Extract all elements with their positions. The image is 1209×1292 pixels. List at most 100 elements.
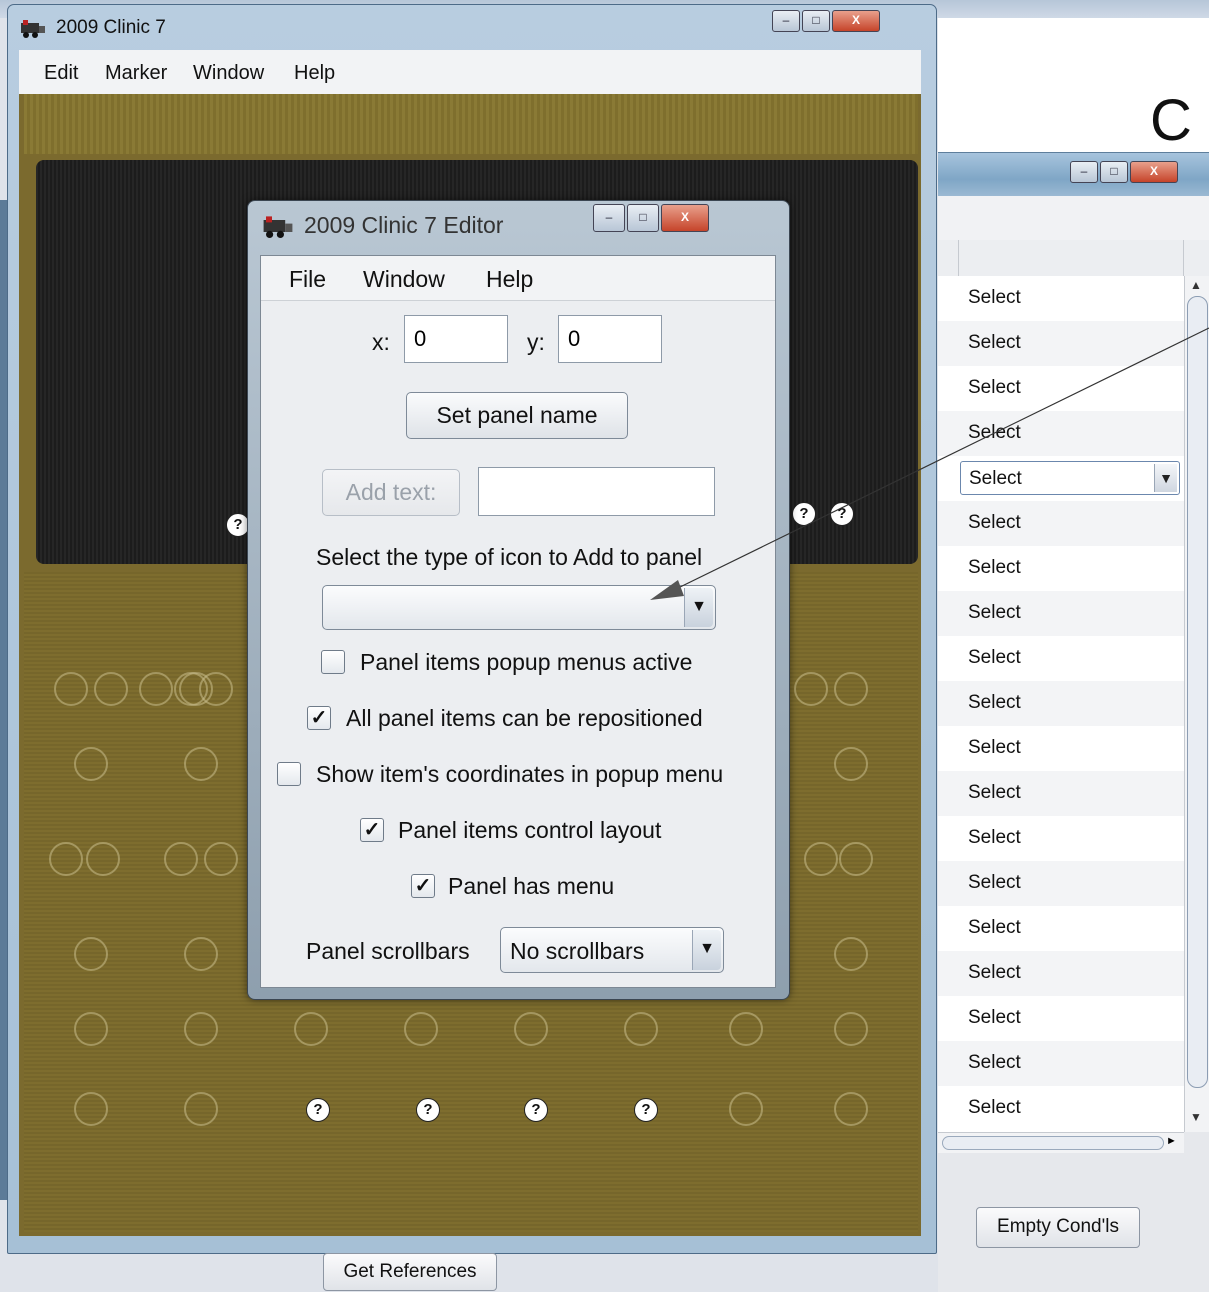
column-divider[interactable] [1183, 240, 1184, 276]
add-text-button[interactable]: Add text: [322, 469, 460, 516]
chevron-down-icon[interactable]: ▼ [1154, 464, 1177, 492]
close-icon[interactable]: X [832, 10, 880, 32]
menu-window[interactable]: Window [363, 266, 445, 293]
icon-type-select[interactable]: ▼ [322, 585, 716, 630]
track-bubble [49, 842, 83, 876]
select-cell[interactable]: Select [968, 692, 1021, 714]
checkbox-label: Panel has menu [448, 873, 615, 899]
question-mark-icon[interactable]: ? [792, 502, 816, 526]
checkbox[interactable]: ✓ [360, 818, 384, 842]
chevron-down-icon[interactable]: ▼ [684, 588, 713, 627]
question-mark-icon[interactable]: ? [524, 1098, 548, 1122]
minimize-icon[interactable]: – [772, 10, 800, 32]
table-row[interactable]: Select ▼ [938, 456, 1184, 501]
table-row[interactable]: Select [938, 681, 1184, 726]
y-field[interactable]: 0 [558, 315, 662, 363]
right-window-titlebar[interactable]: – □ X [938, 152, 1209, 197]
maximize-icon[interactable]: □ [802, 10, 830, 32]
select-cell[interactable]: Select [968, 827, 1021, 849]
table-row[interactable]: Select [938, 546, 1184, 591]
table-row[interactable]: Select [938, 276, 1184, 321]
track-bubble [729, 1092, 763, 1126]
maximize-icon[interactable]: □ [627, 204, 659, 232]
main-menubar: Edit Marker Window Help [19, 50, 921, 95]
select-cell[interactable]: Select [968, 782, 1021, 804]
select-dropdown[interactable]: Select ▼ [960, 461, 1180, 495]
table-row[interactable]: Select [938, 411, 1184, 456]
scroll-thumb[interactable] [1187, 296, 1208, 1088]
checkbox[interactable] [321, 650, 345, 674]
checkbox[interactable]: ✓ [411, 874, 435, 898]
question-mark-icon[interactable]: ? [830, 502, 854, 526]
select-cell[interactable]: Select [968, 287, 1021, 309]
track-bubble [94, 672, 128, 706]
table-row[interactable]: Select [938, 501, 1184, 546]
scroll-up-icon[interactable]: ▲ [1190, 278, 1202, 292]
close-icon[interactable]: X [661, 204, 709, 232]
question-mark-icon[interactable]: ? [634, 1098, 658, 1122]
panel-scrollbars-label: Panel scrollbars [306, 938, 470, 964]
track-bubble [729, 1012, 763, 1046]
select-cell[interactable]: Select [968, 917, 1021, 939]
scroll-down-icon[interactable]: ▼ [1190, 1110, 1202, 1124]
scroll-thumb[interactable] [942, 1136, 1164, 1150]
x-field[interactable]: 0 [404, 315, 508, 363]
select-cell[interactable]: Select [968, 647, 1021, 669]
select-cell[interactable]: Select [968, 737, 1021, 759]
chevron-down-icon[interactable]: ▼ [692, 930, 721, 970]
select-cell[interactable]: Select [968, 422, 1021, 444]
panel-scrollbars-value: No scrollbars [510, 938, 645, 964]
select-cell[interactable]: Select [968, 512, 1021, 534]
table-row[interactable]: Select [938, 771, 1184, 816]
table-row[interactable]: Select [938, 951, 1184, 996]
table-row[interactable]: Select [938, 1086, 1184, 1131]
menu-window[interactable]: Window [193, 62, 264, 85]
menu-edit[interactable]: Edit [44, 62, 78, 85]
track-bubble [164, 842, 198, 876]
table-row[interactable]: Select [938, 636, 1184, 681]
question-mark-icon[interactable]: ? [306, 1098, 330, 1122]
select-cell[interactable]: Select [968, 1052, 1021, 1074]
menu-marker[interactable]: Marker [105, 62, 167, 85]
empty-condls-button[interactable]: Empty Cond'ls [976, 1207, 1140, 1248]
menu-file[interactable]: File [289, 266, 326, 293]
table-row[interactable]: Select [938, 816, 1184, 861]
panel-scrollbars-select[interactable]: No scrollbars ▼ [500, 927, 724, 973]
select-cell[interactable]: Select [968, 557, 1021, 579]
set-panel-name-button[interactable]: Set panel name [406, 392, 628, 439]
select-cell[interactable]: Select [968, 1097, 1021, 1119]
minimize-icon[interactable]: – [593, 204, 625, 232]
table-row[interactable]: Select [938, 996, 1184, 1041]
maximize-icon[interactable]: □ [1100, 161, 1128, 183]
table-row[interactable]: Select [938, 1041, 1184, 1086]
table-row[interactable]: Select [938, 726, 1184, 771]
column-divider[interactable] [958, 240, 959, 276]
select-cell[interactable]: Select [968, 962, 1021, 984]
vertical-scrollbar[interactable]: ▲ ▼ [1184, 276, 1209, 1132]
checkbox-label: Show item's coordinates in popup menu [316, 761, 724, 787]
add-text-field[interactable] [478, 467, 715, 516]
checkbox[interactable]: ✓ [307, 706, 331, 730]
y-label: y: [527, 329, 545, 355]
table-row[interactable]: Select [938, 321, 1184, 366]
table-row[interactable]: Select [938, 861, 1184, 906]
question-mark-icon[interactable]: ? [416, 1098, 440, 1122]
select-cell[interactable]: Select [968, 872, 1021, 894]
menu-help[interactable]: Help [294, 62, 335, 85]
track-bubble [834, 747, 868, 781]
select-cell[interactable]: Select [968, 602, 1021, 624]
checkbox[interactable] [277, 762, 301, 786]
horizontal-scrollbar[interactable]: ► [938, 1132, 1184, 1153]
minimize-icon[interactable]: – [1070, 161, 1098, 183]
select-cell[interactable]: Select [968, 377, 1021, 399]
table-row[interactable]: Select [938, 366, 1184, 411]
close-icon[interactable]: X [1130, 161, 1178, 183]
menu-help[interactable]: Help [486, 266, 533, 293]
scroll-right-icon[interactable]: ► [1166, 1135, 1177, 1147]
track-bubble [184, 937, 218, 971]
table-row[interactable]: Select [938, 906, 1184, 951]
table-row[interactable]: Select [938, 591, 1184, 636]
select-cell[interactable]: Select [968, 1007, 1021, 1029]
get-references-button[interactable]: Get References [323, 1253, 497, 1291]
select-cell[interactable]: Select [968, 332, 1021, 354]
